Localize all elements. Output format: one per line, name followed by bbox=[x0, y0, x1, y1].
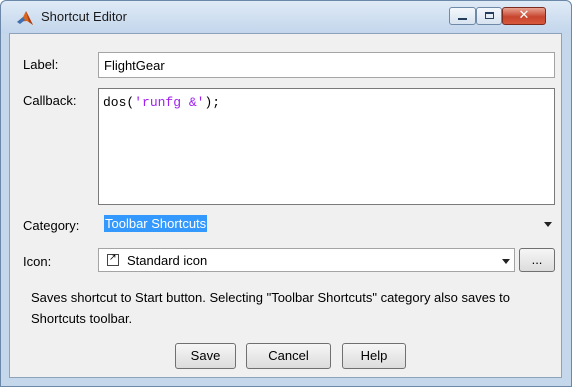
chevron-down-icon[interactable] bbox=[502, 259, 510, 264]
callback-code-string: 'runfg &' bbox=[134, 95, 205, 110]
icon-dropdown[interactable]: ↗ Standard icon bbox=[98, 248, 515, 272]
window-title: Shortcut Editor bbox=[41, 9, 127, 24]
minimize-button[interactable] bbox=[449, 7, 476, 25]
callback-code-prefix: dos( bbox=[103, 95, 135, 110]
browse-icon-button[interactable]: ... bbox=[519, 248, 555, 272]
minimize-icon bbox=[458, 18, 467, 20]
category-caption: Category: bbox=[23, 218, 80, 233]
help-button[interactable]: Help bbox=[342, 343, 406, 369]
icon-caption: Icon: bbox=[23, 254, 52, 269]
label-input[interactable] bbox=[98, 52, 555, 78]
maximize-button[interactable] bbox=[476, 7, 502, 25]
save-button[interactable]: Save bbox=[175, 343, 236, 369]
close-icon: ✕ bbox=[518, 7, 530, 22]
maximize-icon bbox=[485, 12, 494, 19]
icon-selected-value: Standard icon bbox=[127, 253, 208, 268]
category-selected-value: Toolbar Shortcuts bbox=[104, 215, 208, 232]
description-text: Saves shortcut to Start button. Selectin… bbox=[31, 290, 510, 326]
dialog-body: Label: Callback: dos('runfg &'); Categor… bbox=[9, 33, 562, 378]
callback-caption: Callback: bbox=[23, 93, 77, 108]
label-caption: Label: bbox=[23, 57, 59, 72]
callback-editor[interactable]: dos('runfg &'); bbox=[98, 88, 555, 205]
shortcut-editor-window: Shortcut Editor ✕ Label: Callback: dos('… bbox=[0, 0, 572, 387]
category-dropdown[interactable]: Toolbar Shortcuts bbox=[98, 212, 555, 237]
close-button[interactable]: ✕ bbox=[502, 7, 546, 25]
matlab-logo-icon bbox=[17, 11, 33, 25]
shortcut-arrow-icon: ↗ bbox=[107, 252, 119, 266]
chevron-down-icon[interactable] bbox=[544, 222, 552, 227]
cancel-button[interactable]: Cancel bbox=[246, 343, 331, 369]
callback-code-suffix: ); bbox=[204, 95, 221, 110]
title-bar[interactable]: Shortcut Editor ✕ bbox=[1, 1, 571, 33]
